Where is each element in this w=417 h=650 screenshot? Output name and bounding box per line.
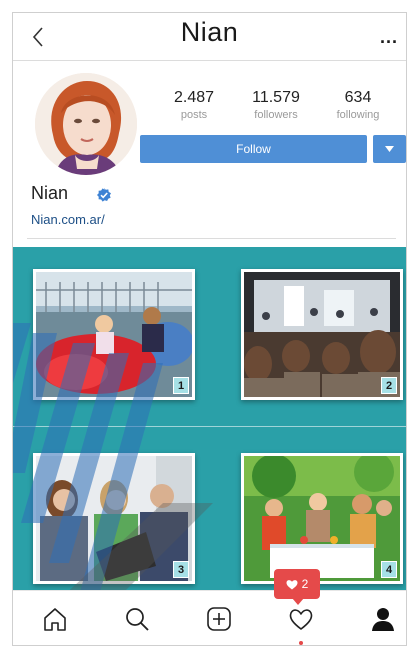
photo-number-badge: 2 bbox=[381, 377, 397, 394]
stat-value: 634 bbox=[344, 89, 372, 106]
stat-following[interactable]: 634 following bbox=[317, 89, 399, 121]
photo-number-badge: 4 bbox=[381, 561, 397, 578]
divider bbox=[27, 238, 396, 239]
profile-icon[interactable] bbox=[369, 605, 397, 633]
photo-number-badge: 1 bbox=[173, 377, 189, 394]
photo-image bbox=[36, 272, 192, 397]
stat-label: followers bbox=[254, 109, 298, 121]
notification-count: 2 bbox=[301, 577, 309, 591]
verified-badge-icon bbox=[97, 188, 111, 202]
grid-photo-3[interactable]: 3 bbox=[33, 453, 195, 584]
stat-value: 11.579 bbox=[252, 89, 300, 106]
photo-image bbox=[244, 272, 400, 397]
follow-button[interactable]: Follow bbox=[140, 135, 367, 163]
add-post-icon[interactable] bbox=[205, 605, 233, 633]
search-icon[interactable] bbox=[123, 605, 151, 633]
notification-bubble[interactable]: 2 bbox=[274, 569, 320, 605]
top-bar: Nian ... bbox=[13, 13, 406, 61]
grid-divider bbox=[13, 426, 406, 427]
photo-grid: 1 2 3 4 bbox=[13, 247, 406, 592]
stat-posts[interactable]: 2.487 posts bbox=[153, 89, 235, 121]
profile-username: Nian bbox=[31, 183, 69, 203]
photo-image bbox=[36, 456, 192, 581]
heart-filled-icon bbox=[286, 579, 298, 589]
profile-website-link[interactable]: Nian.com.ar/ bbox=[31, 212, 105, 227]
bottom-nav bbox=[13, 590, 406, 645]
profile-stats: 2.487 posts 11.579 followers 634 followi… bbox=[153, 89, 399, 121]
home-icon[interactable] bbox=[41, 605, 69, 633]
caret-down-icon bbox=[385, 146, 394, 152]
notification-dot bbox=[299, 641, 303, 645]
avatar bbox=[35, 73, 137, 175]
grid-photo-1[interactable]: 1 bbox=[33, 269, 195, 400]
grid-photo-2[interactable]: 2 bbox=[241, 269, 403, 400]
stat-followers[interactable]: 11.579 followers bbox=[235, 89, 317, 121]
photo-number-badge: 3 bbox=[173, 561, 189, 578]
grid-photo-4[interactable]: 4 bbox=[241, 453, 403, 584]
heart-icon[interactable] bbox=[287, 605, 315, 633]
photo-image bbox=[244, 456, 400, 581]
page-title: Nian bbox=[180, 17, 239, 47]
stat-value: 2.487 bbox=[173, 89, 215, 106]
more-options-icon[interactable]: ... bbox=[380, 27, 398, 48]
follow-options-button[interactable] bbox=[373, 135, 406, 163]
app-screen: Nian ... 2.487 posts 11.579 followers 63… bbox=[12, 12, 407, 646]
stat-label: posts bbox=[180, 109, 208, 121]
stat-label: following bbox=[336, 109, 380, 121]
